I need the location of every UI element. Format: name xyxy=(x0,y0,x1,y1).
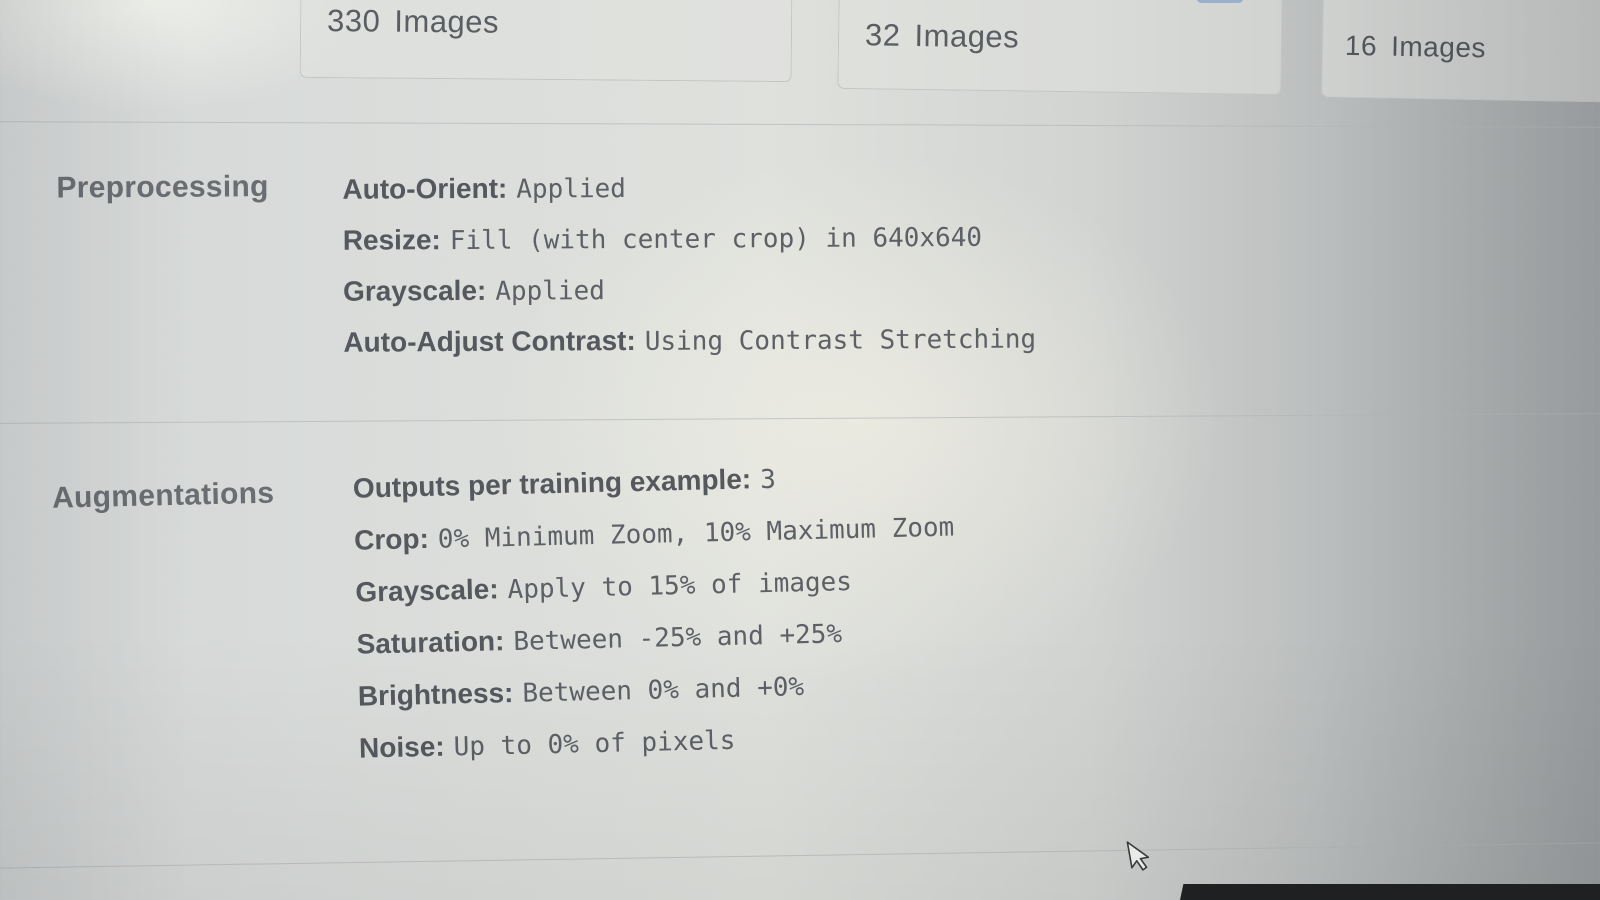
test-split-number: 16 xyxy=(1344,29,1378,62)
step-value: Applied xyxy=(495,276,605,307)
step-label: Auto-Orient: xyxy=(342,172,508,205)
step-label: Resize: xyxy=(342,224,441,256)
test-split-count: 16 Images xyxy=(1345,30,1487,64)
step-value: Between 0% and +0% xyxy=(522,672,805,709)
step-label: Noise: xyxy=(358,730,446,764)
step-label: Auto-Adjust Contrast: xyxy=(343,324,636,358)
valid-split-count: 32 Images xyxy=(865,17,1020,55)
preprocessing-heading: Preprocessing xyxy=(56,170,269,205)
section-divider xyxy=(0,121,1600,128)
train-split-unit: Images xyxy=(394,3,500,40)
step-value: Applied xyxy=(516,174,626,205)
augmentations-section: Augmentations Outputs per training examp… xyxy=(0,427,1596,763)
step-value: Apply to 15% of images xyxy=(507,566,853,606)
step-value: Between -25% and +25% xyxy=(513,619,843,657)
step-value: Using Contrast Stretching xyxy=(644,324,1037,357)
step-value: Fill (with center crop) in 640x640 xyxy=(449,222,983,257)
valid-split-unit: Images xyxy=(914,17,1020,55)
step-label: Crop: xyxy=(353,522,430,556)
step-label: Saturation: xyxy=(356,625,505,660)
train-split-number: 330 xyxy=(326,3,381,39)
step-value: 0% Minimum Zoom, 10% Maximum Zoom xyxy=(437,512,955,555)
monitor-bezel-edge xyxy=(1180,884,1600,900)
step-label: Outputs per training example: xyxy=(352,463,752,504)
step-value: Up to 0% of pixels xyxy=(453,725,736,763)
step-value: 3 xyxy=(759,464,777,496)
augmentations-list: Outputs per training example: 3 Crop: 0% M… xyxy=(352,455,959,781)
preprocessing-step-auto-adjust-contrast: Auto-Adjust Contrast: Using Contrast Stre… xyxy=(343,319,1036,374)
train-split-count: 330 Images xyxy=(327,3,499,40)
section-divider xyxy=(0,842,1600,869)
step-label: Grayscale: xyxy=(342,274,487,307)
preprocessing-section: Preprocessing Auto-Orient: Applied Resize… xyxy=(0,152,1599,358)
test-split-unit: Images xyxy=(1390,30,1487,64)
section-divider xyxy=(0,413,1600,424)
train-split-card[interactable]: 330 Images xyxy=(299,0,793,83)
preprocessing-step-resize: Resize: Fill (with center crop) in 640x64… xyxy=(343,217,1036,272)
preprocessing-list: Auto-Orient: Applied Resize: Fill (with ce… xyxy=(342,166,1036,374)
valid-split-card[interactable]: 32 Images xyxy=(837,0,1283,96)
step-label: Grayscale: xyxy=(355,573,499,608)
step-label: Brightness: xyxy=(357,676,514,712)
test-split-card[interactable]: 16 Images xyxy=(1321,0,1600,103)
augmentations-heading: Augmentations xyxy=(51,476,275,515)
mouse-pointer-icon xyxy=(1126,841,1150,871)
preprocessing-step-grayscale: Grayscale: Applied xyxy=(343,268,1036,323)
valid-split-number: 32 xyxy=(864,17,901,53)
preprocessing-step-auto-orient: Auto-Orient: Applied xyxy=(342,166,1035,221)
dataset-split-cards: 330 Images 32 Images 16 Images xyxy=(0,0,1600,103)
